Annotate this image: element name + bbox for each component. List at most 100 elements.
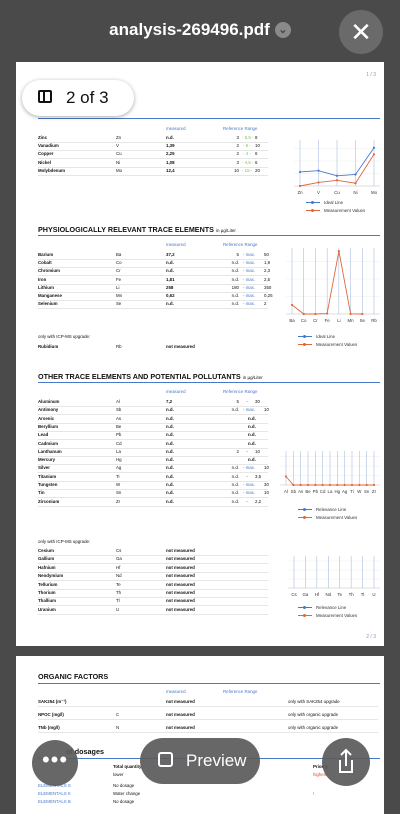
element-name: Cobalt: [38, 260, 52, 266]
filename[interactable]: analysis-269496.pdf: [109, 20, 270, 39]
reference-low: n.d.: [231, 498, 239, 504]
reference-mid: - max.: [242, 407, 256, 413]
reference-mid: -: [246, 399, 248, 404]
reference-value: n.d.: [248, 415, 256, 421]
element-name: Silver: [38, 465, 50, 471]
reference-high: 30: [264, 482, 269, 487]
reference-mid: -: [246, 473, 248, 479]
measured-value: not measured: [166, 573, 195, 579]
element-name: NPOC (mg/l): [38, 712, 64, 717]
reference-low: 2: [236, 151, 239, 157]
table-row: Neodymium Nd not measured: [38, 572, 268, 580]
row-divider: [38, 308, 268, 310]
element-symbol: V: [116, 143, 119, 149]
tick-label: Zn: [297, 190, 303, 195]
col-header-reference: Reference Range: [223, 126, 258, 131]
table-row: Cobalt Co n.d. n.d. - max. 1,9: [38, 259, 270, 267]
more-button[interactable]: •••: [32, 740, 78, 786]
page-number-bottom: 2 / 3: [366, 634, 376, 640]
tick-label: Hg: [335, 489, 341, 494]
trace-chart: Zn V Cu Ni Mo: [294, 140, 380, 195]
tick-label: Se: [360, 318, 366, 323]
tick-label: Ba: [289, 318, 295, 323]
reference-high: 350: [264, 284, 272, 290]
element-name: Iron: [38, 276, 47, 282]
element-symbol: Zr: [116, 498, 121, 504]
element-symbol: Zn: [116, 135, 122, 140]
reference-low: 10: [234, 167, 239, 173]
section-title-organic: ORGANIC FACTORS: [38, 672, 109, 681]
divider: [38, 235, 380, 236]
element-symbol: Nd: [116, 573, 122, 579]
table-row: Silver Ag n.d. n.d. - max. 10: [38, 464, 269, 472]
element-name: Uranium: [38, 606, 56, 612]
tick-label: Ti: [350, 489, 354, 494]
table-row: Titanium Ti n.d. n.d. - 3,5: [38, 473, 268, 481]
chart3-legend: Relevance Line Measurement Values: [298, 507, 357, 523]
tick-label: Al: [284, 489, 288, 494]
pdf-page[interactable]: 1 / 3 µg/Liter measured Reference Range …: [16, 62, 384, 646]
measured-value: n.d.: [166, 260, 174, 266]
legend-ideal: Ideal Line: [324, 200, 344, 205]
reference-value: n.d.: [248, 457, 256, 463]
bottom-toolbar: ••• Preview: [0, 730, 400, 790]
table-row: Selenium Se n.d. n.d. - max. 2: [38, 300, 268, 308]
table-row: Lead Pb n.d. n.d.: [38, 431, 268, 439]
col-header-measured: measured: [166, 126, 186, 131]
reference-value: n.d.: [248, 423, 256, 429]
close-button[interactable]: ✕: [339, 10, 383, 54]
table-row: Arsenic As n.d. n.d.: [38, 415, 268, 423]
measured-value: 37,2: [166, 252, 175, 257]
measured-value: not measured: [166, 564, 195, 570]
element-symbol: U: [116, 606, 120, 612]
reference-mid: - 4 -: [243, 151, 251, 157]
col-header-measured: measured: [166, 242, 186, 247]
dosage-quantity: Water change: [113, 791, 141, 796]
dosage-row: ELEMENTALS K Water change!: [38, 790, 378, 798]
element-symbol: Se: [116, 301, 122, 307]
element-name: Lanthanum: [38, 448, 62, 454]
top-bar: analysis-269496.pdf ⌄ ✕: [0, 0, 400, 70]
table-row: Aluminum Al 7,2 5 - 30: [38, 398, 268, 406]
element-name: Vanadium: [38, 143, 59, 149]
tick-label: Cu: [334, 190, 340, 195]
tick-label: Cr: [313, 318, 318, 323]
element-symbol: W: [116, 482, 121, 487]
divider: [38, 683, 380, 684]
element-symbol: Cu: [116, 151, 122, 157]
element-symbol: Mn: [116, 293, 123, 298]
legend-measurement: Measurement Values: [324, 208, 366, 213]
tick-label: Fe: [325, 318, 331, 323]
page-number-top: 1 / 3: [366, 72, 376, 78]
table-row: Tin Sn n.d. n.d. - max. 10: [38, 489, 269, 497]
section-title-physiological: PHYSIOLOGICALLY RELEVANT TRACE ELEMENTS …: [38, 225, 236, 234]
table-row: Gallium Ga not measured: [38, 555, 268, 563]
element-name: Neodymium: [38, 573, 64, 579]
measured-value: n.d.: [166, 457, 174, 463]
tick-label: Mo: [371, 190, 378, 195]
measured-value: n.d.: [166, 407, 174, 413]
chevron-down-icon[interactable]: ⌄: [274, 22, 291, 38]
col-header-reference: Reference Range: [223, 242, 258, 247]
element-symbol: Pb: [116, 432, 122, 438]
element-name: Nickel: [38, 159, 51, 165]
reference-mid: - max.: [242, 252, 256, 257]
tick-label: Sb: [291, 489, 297, 494]
reference-mid: - max.: [242, 276, 256, 282]
page-indicator[interactable]: 2 of 3: [22, 80, 134, 116]
element-name: Hafnium: [38, 564, 56, 570]
reference-mid: - 15 -: [242, 167, 253, 173]
measured-value: n.d.: [166, 482, 174, 487]
reference-mid: -: [246, 448, 248, 454]
note: only with SAK254 upgrade: [288, 699, 340, 704]
tick-label: Co: [301, 318, 307, 323]
share-button[interactable]: [322, 738, 370, 786]
preview-button[interactable]: Preview: [140, 738, 260, 784]
reference-mid: - max.: [242, 482, 256, 487]
element-symbol: Ti: [116, 473, 120, 479]
product-name: ELEMENTALS K: [38, 791, 71, 796]
reference-mid: - 5,5 -: [242, 135, 254, 140]
element-name: Tellurium: [38, 581, 58, 587]
element-name: Lead: [38, 432, 49, 438]
table-row: Beryllium Be n.d. n.d.: [38, 423, 268, 431]
